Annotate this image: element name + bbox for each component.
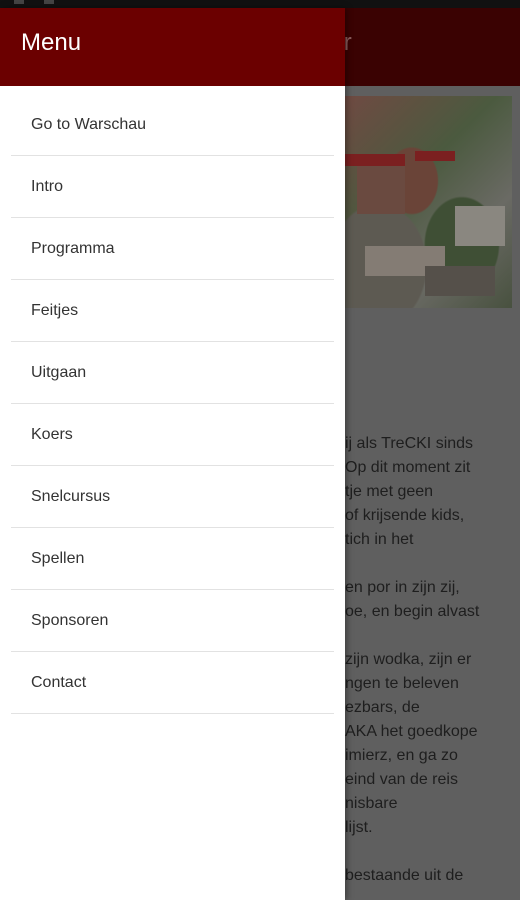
menu-item-programma[interactable]: Programma — [11, 218, 334, 280]
menu-item-intro[interactable]: Intro — [11, 156, 334, 218]
menu-item-uitgaan[interactable]: Uitgaan — [11, 342, 334, 404]
status-bar — [0, 0, 520, 8]
menu-item-snelcursus[interactable]: Snelcursus — [11, 466, 334, 528]
article-line: ij als TreCKI sinds — [345, 435, 474, 452]
article-line: bestaande uit de — [345, 867, 464, 884]
article-line: zijn wodka, zijn er — [345, 651, 472, 668]
article-line: AKA het goedkope — [345, 723, 478, 740]
article-line: nisbare — [345, 795, 398, 812]
article-line: ezbars, de — [345, 699, 420, 716]
status-icon — [14, 0, 24, 4]
article-gap — [345, 552, 520, 576]
background-article-text: ij als TreCKI sinds Op dit moment zit tje … — [345, 432, 520, 888]
menu-item-koers[interactable]: Koers — [11, 404, 334, 466]
article-line: of krijsende kids, — [345, 507, 465, 524]
menu-item-spellen[interactable]: Spellen — [11, 528, 334, 590]
article-line: ngen te beleven — [345, 675, 459, 692]
city-hero-image — [345, 96, 512, 308]
status-icon — [44, 0, 54, 4]
article-line: Op dit moment zit — [345, 459, 471, 476]
menu-item-feitjes[interactable]: Feitjes — [11, 280, 334, 342]
menu-item-sponsoren[interactable]: Sponsoren — [11, 590, 334, 652]
article-line: tich in het — [345, 531, 414, 548]
article-line: lijst. — [345, 819, 373, 836]
drawer-header: Menu — [0, 8, 345, 86]
article-line: en por in zijn zij, — [345, 579, 460, 596]
article-line: oe, en begin alvast — [345, 603, 480, 620]
article-line: tje met geen — [345, 483, 434, 500]
menu-item-go-to-warschau[interactable]: Go to Warschau — [11, 94, 334, 156]
menu-item-contact[interactable]: Contact — [11, 652, 334, 714]
article-gap — [345, 624, 520, 648]
article-gap — [345, 840, 520, 864]
menu-list: Go to Warschau Intro Programma Feitjes U… — [0, 86, 345, 714]
navigation-drawer: Menu Go to Warschau Intro Programma Feit… — [0, 8, 345, 900]
article-line: imierz, en ga zo — [345, 747, 458, 764]
article-line: eind van de reis — [345, 771, 458, 788]
